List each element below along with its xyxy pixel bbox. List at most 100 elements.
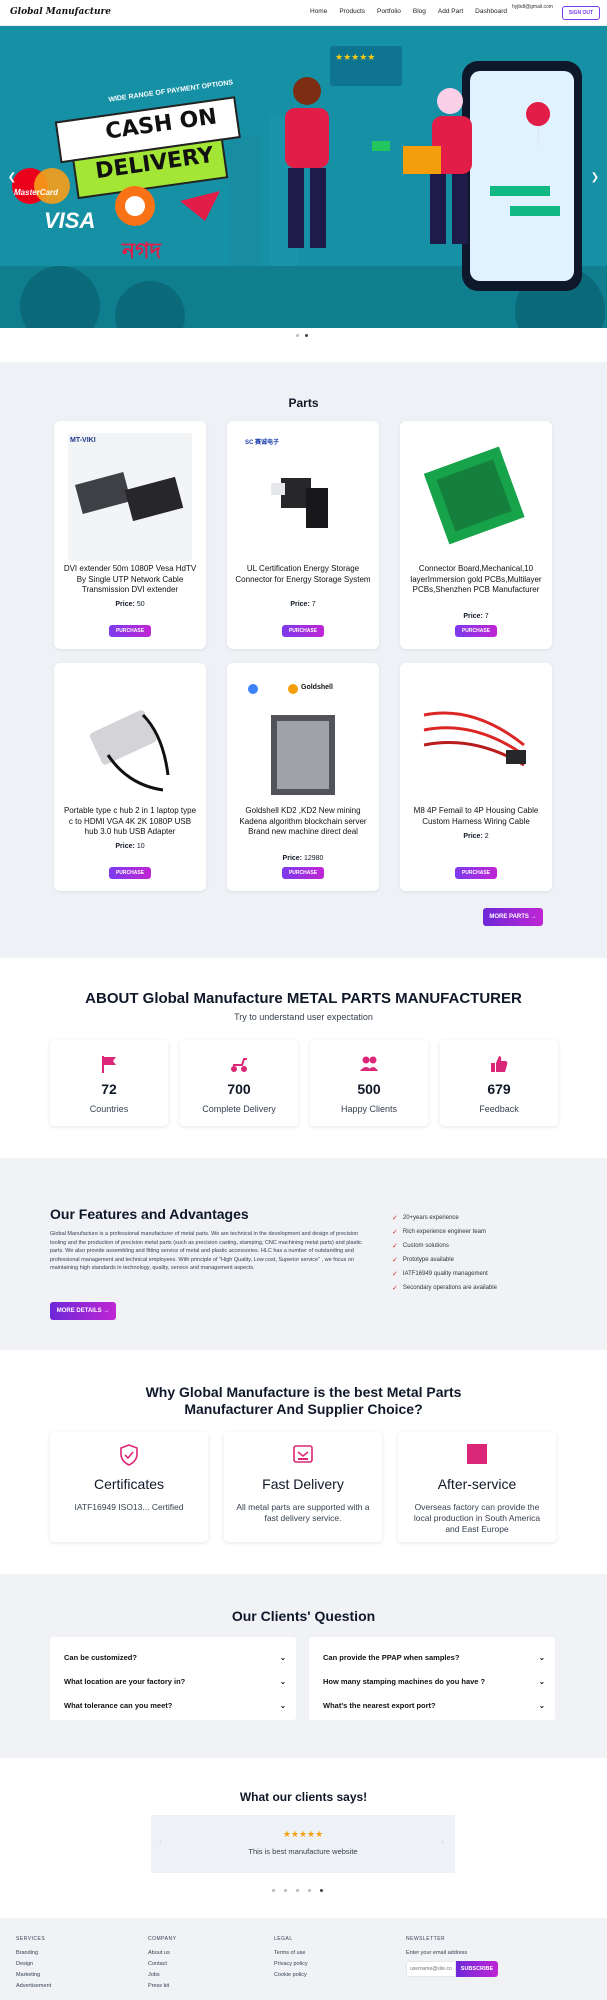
part-price: Price: 12980 xyxy=(282,855,324,862)
check-icon: ✓ xyxy=(392,1215,398,1222)
footer-link[interactable]: Branding xyxy=(16,1948,51,1959)
features-checklist: ✓ 20+years experience ✓ Rich experience en… xyxy=(392,1211,497,1295)
carousel-prev-icon[interactable]: ❮ xyxy=(6,171,18,183)
part-image[interactable] xyxy=(241,433,365,561)
purchase-button[interactable]: PURCHASE xyxy=(109,867,151,879)
why-card: After-service Overseas factory can provi… xyxy=(398,1432,556,1542)
square-icon xyxy=(467,1444,487,1464)
newsletter-email-input[interactable] xyxy=(406,1961,456,1977)
carousel-next-icon[interactable]: ❯ xyxy=(589,171,601,183)
chevron-down-icon: ⌄ xyxy=(538,1701,545,1710)
nav-portfolio[interactable]: Portfolio xyxy=(377,8,401,15)
user-email: hyjbdl@gmail.com xyxy=(512,4,553,10)
purchase-button[interactable]: PURCHASE xyxy=(455,867,497,879)
part-name: Portable type c hub 2 in 1 laptop type c… xyxy=(63,806,197,836)
visa-logo: VISA xyxy=(44,208,96,233)
check-item: ✓ 20+years experience xyxy=(392,1215,459,1222)
testimonial-dot[interactable] xyxy=(272,1889,275,1892)
sign-out-button[interactable]: SIGN OUT xyxy=(562,6,600,20)
testimonial-dot[interactable] xyxy=(296,1889,299,1892)
check-icon: ✓ xyxy=(392,1229,398,1236)
part-image[interactable] xyxy=(68,675,192,803)
part-card: MT-VIKI DVI extender 50m 1080P Vesa HdTV… xyxy=(54,421,206,649)
footer-link[interactable]: Cookie policy xyxy=(274,1970,308,1981)
why-card-title: Fast Delivery xyxy=(262,1476,344,1492)
features-body: Global Manufacture is a professional man… xyxy=(50,1231,362,1272)
stat-card: 679 Feedback xyxy=(440,1040,558,1126)
check-icon: ✓ xyxy=(392,1243,398,1250)
footer-link[interactable]: Design xyxy=(16,1959,51,1970)
stat-card: 500 Happy Clients xyxy=(310,1040,428,1126)
part-price: Price: 10 xyxy=(115,843,145,850)
arrow-right-icon: → xyxy=(103,1308,110,1314)
flag-icon xyxy=(102,1056,116,1073)
testimonial-dot[interactable] xyxy=(284,1889,287,1892)
stat-number: 700 xyxy=(227,1081,251,1097)
faq-question[interactable]: Can provide the PPAP when samples? ⌄ xyxy=(323,1653,545,1662)
faq-question[interactable]: How many stamping machines do you have ?… xyxy=(323,1677,545,1686)
testimonial-dot-active[interactable] xyxy=(320,1889,323,1892)
nav-links: Home Products Portfolio Blog Add Part Da… xyxy=(310,8,507,15)
hero-illustration xyxy=(0,26,607,328)
brand-logo-mtviki: MT-VIKI xyxy=(70,437,96,444)
more-parts-button[interactable]: MORE PARTS → xyxy=(483,908,543,926)
nav-blog[interactable]: Blog xyxy=(413,8,426,15)
why-card-desc: All metal parts are supported with a fas… xyxy=(236,1502,370,1523)
carousel-dot[interactable] xyxy=(296,334,299,337)
brand-logo-sc: SC 赛诚电子 xyxy=(245,440,280,446)
footer-link[interactable]: Marketing xyxy=(16,1970,51,1981)
testimonials-title: What our clients says! xyxy=(239,1790,368,1804)
features-title: Our Features and Advantages xyxy=(50,1206,249,1222)
part-image[interactable] xyxy=(68,433,192,561)
footer-company: COMPANY About us Contact Jobs Press kit xyxy=(148,1936,176,1992)
why-card-desc: Overseas factory can provide the local p… xyxy=(413,1502,541,1534)
purchase-button[interactable]: PURCHASE xyxy=(455,625,497,637)
brand-logo[interactable]: Global Manufacture xyxy=(10,7,111,17)
thumbs-up-icon xyxy=(491,1056,508,1072)
footer-link[interactable]: Privacy policy xyxy=(274,1959,308,1970)
footer-legal: LEGAL Terms of use Privacy policy Cookie… xyxy=(274,1936,308,1981)
faq-question[interactable]: What's the nearest export port? ⌄ xyxy=(323,1701,545,1710)
nav-products[interactable]: Products xyxy=(339,8,365,15)
more-details-button[interactable]: MORE DETAILS → xyxy=(50,1302,116,1320)
purchase-button[interactable]: PURCHASE xyxy=(109,625,151,637)
footer-link[interactable]: Contact xyxy=(148,1959,176,1970)
footer-link[interactable]: About us xyxy=(148,1948,176,1959)
nav-add-part[interactable]: Add Part xyxy=(438,8,463,15)
hero-carousel: WIDE RANGE OF PAYMENT OPTIONS CASH ON DE… xyxy=(0,26,607,328)
part-image[interactable] xyxy=(241,675,365,803)
faq-question[interactable]: What location are your factory in? ⌄ xyxy=(64,1677,286,1686)
part-image[interactable] xyxy=(414,675,538,803)
testimonial-dot[interactable] xyxy=(308,1889,311,1892)
chevron-down-icon: ⌄ xyxy=(279,1677,286,1686)
stat-label: Happy Clients xyxy=(340,1104,398,1114)
part-image[interactable] xyxy=(414,433,538,561)
faq-question[interactable]: What tolerance can you meet? ⌄ xyxy=(64,1701,286,1710)
nav-home[interactable]: Home xyxy=(310,8,327,15)
footer-link[interactable]: Advertisement xyxy=(16,1981,51,1992)
nav-dashboard[interactable]: Dashboard xyxy=(475,8,507,15)
why-card-title: After-service xyxy=(437,1476,517,1492)
footer-services: SERVICES Branding Design Marketing Adver… xyxy=(16,1936,51,1992)
carousel-dot-active[interactable] xyxy=(305,334,308,337)
check-item: ✓ IATF16949 quality management xyxy=(392,1271,488,1278)
testimonial-quote: This is best manufacture website xyxy=(248,1847,358,1856)
footer-link[interactable]: Terms of use xyxy=(274,1948,308,1959)
chevron-down-icon: ⌄ xyxy=(279,1701,286,1710)
navbar: Global Manufacture Home Products Portfol… xyxy=(0,0,607,26)
stat-label: Complete Delivery xyxy=(202,1104,276,1114)
stat-number: 72 xyxy=(101,1081,117,1097)
part-card: SC 赛诚电子 UL Certification Energy Storage … xyxy=(227,421,379,649)
subscribe-button[interactable]: SUBSCRIBE xyxy=(456,1961,498,1977)
purchase-button[interactable]: PURCHASE xyxy=(282,625,324,637)
part-price: Price: 7 xyxy=(290,601,316,608)
part-card: M8 4P Femail to 4P Housing Cable Custom … xyxy=(400,663,552,891)
footer-link[interactable]: Press kit xyxy=(148,1981,176,1992)
truck-icon xyxy=(293,1445,313,1463)
footer-link[interactable]: Jobs xyxy=(148,1970,176,1981)
hero-rating-stars: ★★★★★ xyxy=(335,52,376,62)
stat-label: Countries xyxy=(89,1104,129,1114)
part-card: Goldshell Goldshell KD2 ,KD2 New mining … xyxy=(227,663,379,891)
faq-question[interactable]: Can be customized? ⌄ xyxy=(64,1653,286,1662)
purchase-button[interactable]: PURCHASE xyxy=(282,867,324,879)
